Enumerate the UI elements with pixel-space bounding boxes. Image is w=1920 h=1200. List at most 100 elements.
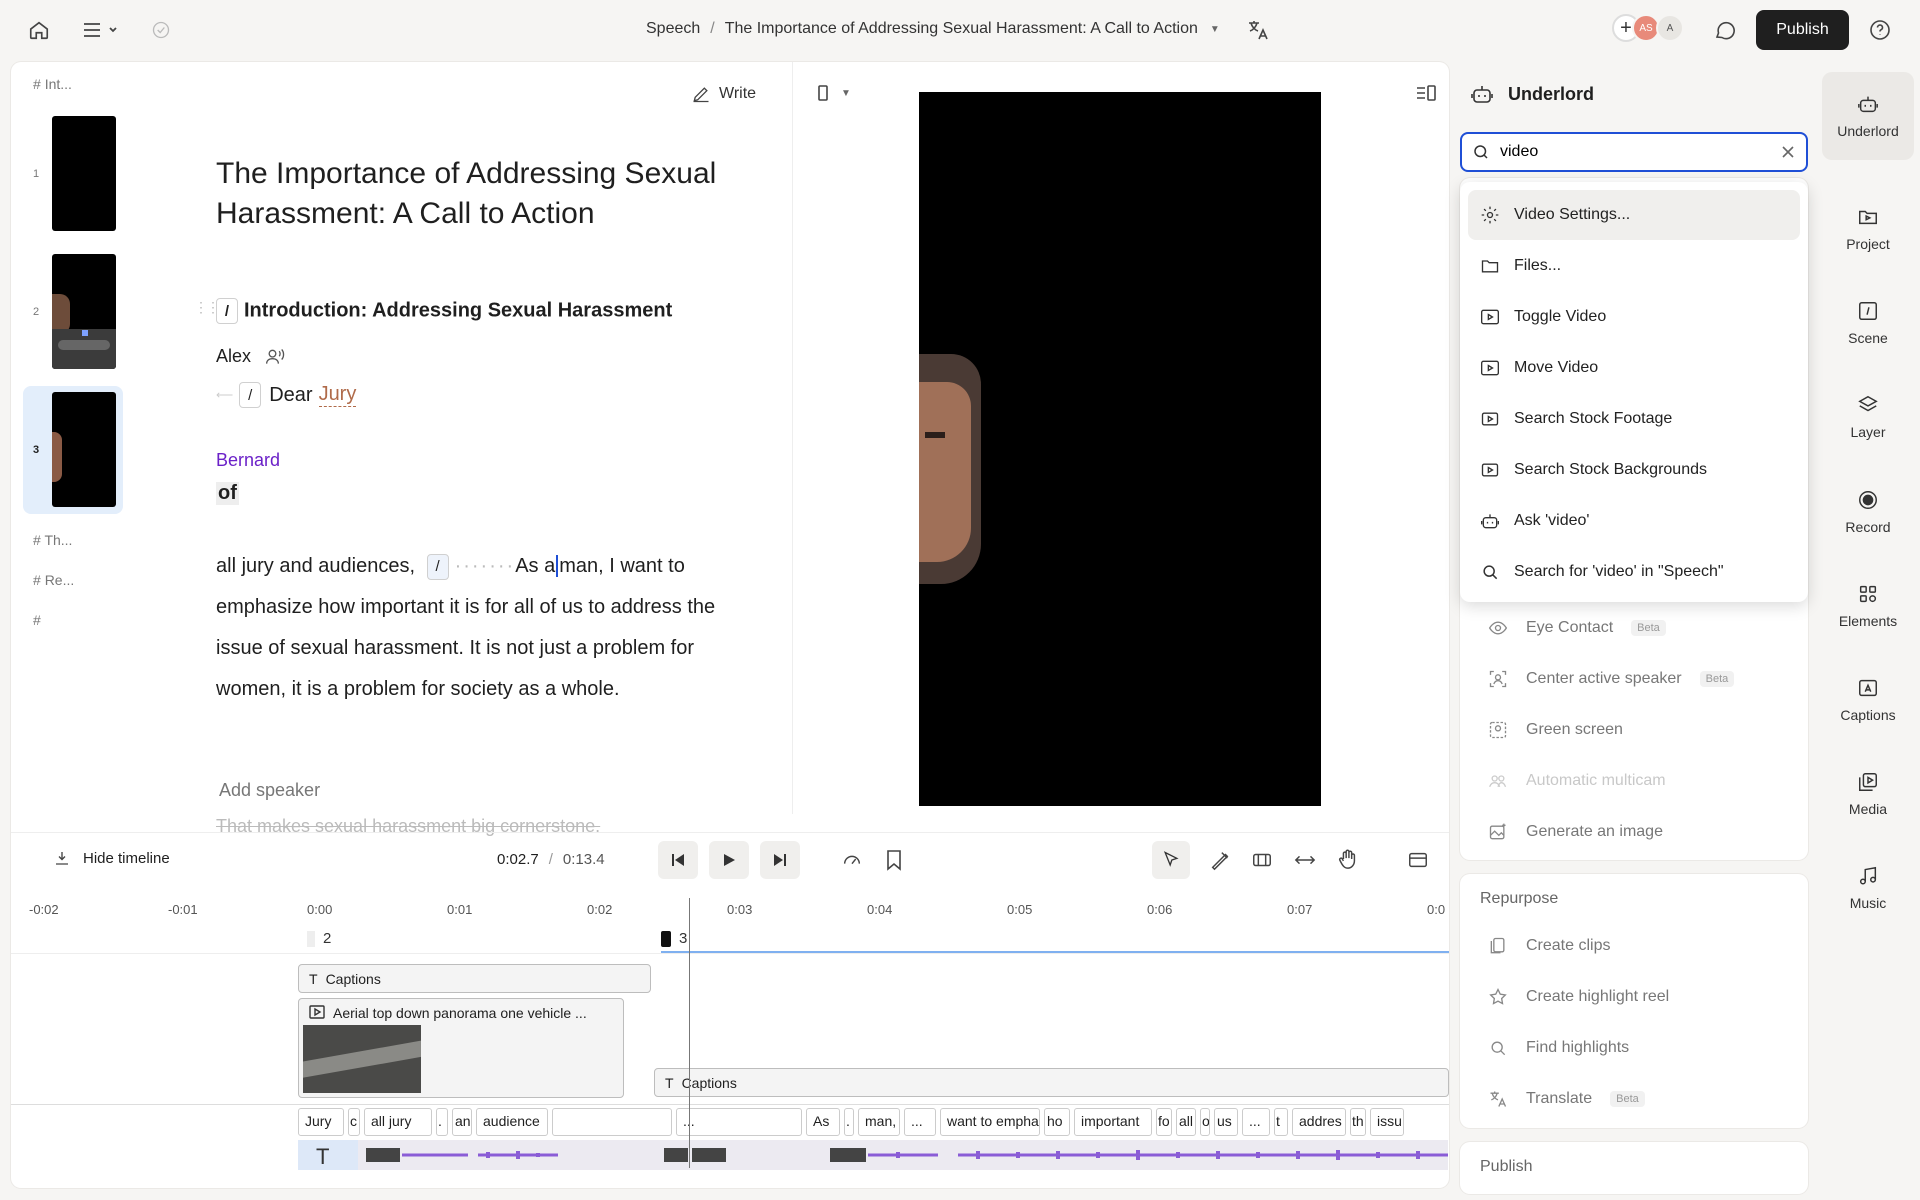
word-clip[interactable]: Jury [298,1108,344,1136]
tab-scene[interactable]: Scene [1822,279,1914,367]
word-clip[interactable]: As [806,1108,840,1136]
search-input[interactable] [1500,143,1770,161]
ai-tool-green-screen[interactable]: Green screen [1488,720,1623,740]
play-button[interactable] [709,841,749,879]
word-clip[interactable]: c [348,1108,360,1136]
result-stock-footage[interactable]: Search Stock Footage [1468,394,1800,444]
skip-forward-button[interactable] [760,841,800,879]
avatar[interactable]: A [1656,14,1684,42]
tab-music[interactable]: Music [1822,844,1914,932]
word-clip[interactable]: o [1200,1108,1210,1136]
result-search-in-doc[interactable]: Search for 'video' in "Speech" [1468,547,1800,597]
word-clip[interactable]: important [1074,1108,1152,1136]
write-mode-button[interactable]: Write [691,84,756,104]
word-clip[interactable]: ... [1242,1108,1270,1136]
word-clip[interactable]: all jury [364,1108,432,1136]
blade-tool-icon[interactable] [1209,849,1231,875]
word-clip[interactable]: ... [904,1108,936,1136]
translate-icon[interactable] [1246,18,1270,42]
ai-tool-eye-contact[interactable]: Eye Contact Beta [1488,618,1666,638]
publish-button[interactable]: Publish [1756,10,1849,50]
scene-marker[interactable]: 3 [661,930,687,947]
timeline-ruler[interactable]: -0:02 -0:01 0:00 0:01 0:02 0:03 0:04 0:0… [11,898,1449,922]
hide-timeline-button[interactable]: Hide timeline [53,849,170,867]
tab-record[interactable]: Record [1822,468,1914,556]
transcript-line[interactable]: ⟵ / Dear Jury [216,382,357,408]
repurpose-highlight-reel[interactable]: Create highlight reel [1488,987,1669,1007]
repurpose-translate[interactable]: Translate Beta [1488,1089,1645,1109]
clear-icon[interactable] [1780,144,1796,160]
result-stock-backgrounds[interactable]: Search Stock Backgrounds [1468,445,1800,495]
word-clip[interactable]: . [844,1108,854,1136]
hand-tool-icon[interactable] [1337,847,1359,875]
scene-marker[interactable]: 2 [307,930,331,947]
ai-tool-center-speaker[interactable]: Center active speaker Beta [1488,669,1735,689]
scene-slash-marker[interactable]: / [239,382,262,408]
result-move-video[interactable]: Move Video [1468,343,1800,393]
speaker-label[interactable]: Alex [216,346,285,367]
timeline-layout-icon[interactable] [1407,849,1429,875]
video-track-clip[interactable]: Aerial top down panorama one vehicle ... [298,998,624,1098]
word-clip[interactable]: . [436,1108,448,1136]
word-clip[interactable]: man, [858,1108,900,1136]
tab-project[interactable]: Project [1822,185,1914,273]
captions-track-clip[interactable]: T Captions [654,1068,1449,1097]
repurpose-find-highlights[interactable]: Find highlights [1488,1038,1629,1058]
tab-captions[interactable]: Captions [1822,656,1914,744]
doc-title[interactable]: The Importance of Addressing Sexual Hara… [216,154,776,234]
transcript-words-track[interactable]: Jury c all jury . an audience ... As . m… [298,1108,1404,1136]
chevron-down-icon[interactable]: ▼ [1210,24,1220,35]
word-clip[interactable]: fo [1156,1108,1172,1136]
result-toggle-video[interactable]: Toggle Video [1468,292,1800,342]
breadcrumb-doc[interactable]: The Importance of Addressing Sexual Hara… [725,20,1198,38]
word-clip[interactable]: audience [476,1108,548,1136]
word-clip[interactable]: all [1176,1108,1196,1136]
tab-layer[interactable]: Layer [1822,373,1914,461]
scene-slash-marker[interactable]: / [426,553,449,580]
scene-heading[interactable]: # [33,612,41,628]
word-clip[interactable]: ... [676,1108,802,1136]
word-clip[interactable]: an [452,1108,472,1136]
word-clip[interactable]: want to empha [940,1108,1040,1136]
video-preview[interactable] [919,92,1321,806]
result-video-settings[interactable]: Video Settings... [1468,190,1800,240]
word-clip[interactable] [552,1108,672,1136]
word-clip[interactable]: us [1214,1108,1238,1136]
scene-heading[interactable]: # Re... [33,572,74,588]
drag-handle-icon[interactable]: ⋮⋮ [194,300,220,314]
ai-tool-generate-image[interactable]: Generate an image [1488,822,1663,842]
playhead[interactable] [689,898,690,1168]
transcript-paragraph[interactable]: all jury and audiences, / ·······As a man,… [216,546,736,710]
scene-heading[interactable]: # Th... [33,532,72,548]
select-tool-icon[interactable] [1152,841,1190,879]
trim-tool-icon[interactable] [1251,849,1273,875]
home-icon[interactable] [28,19,50,41]
scene-thumbnail[interactable] [52,392,116,507]
tab-media[interactable]: Media [1822,750,1914,838]
result-ask-video[interactable]: Ask 'video' [1468,496,1800,546]
captions-track-clip[interactable]: T Captions [298,964,651,993]
result-files[interactable]: Files... [1468,241,1800,291]
scene-thumbnail[interactable] [52,116,116,231]
menu-icon[interactable] [82,19,118,41]
audio-waveform[interactable]: T [298,1140,1448,1170]
aspect-ratio-dropdown[interactable]: ▼ [817,84,851,102]
scene-slash-marker[interactable]: / [216,298,238,324]
speaker-label[interactable]: Bernard [216,450,280,471]
word-clip[interactable]: ho [1044,1108,1070,1136]
word-clip[interactable]: t [1274,1108,1288,1136]
tab-underlord[interactable]: Underlord [1822,72,1914,160]
word-clip[interactable]: issu [1370,1108,1404,1136]
underlord-search[interactable] [1460,132,1808,172]
section-heading[interactable]: / Introduction: Addressing Sexual Harassm… [216,298,672,324]
breadcrumb-project[interactable]: Speech [646,20,700,38]
help-icon[interactable] [1868,18,1892,42]
collaborators[interactable]: + AS A [1612,14,1684,42]
comment-icon[interactable] [1713,18,1737,42]
transcript-word[interactable]: of [216,482,239,505]
skip-back-button[interactable] [658,841,698,879]
speaker-voice-icon[interactable] [265,347,285,367]
word-clip[interactable]: th [1350,1108,1366,1136]
scene-thumbnail[interactable] [52,254,116,369]
layout-toggle-icon[interactable] [1415,84,1437,108]
